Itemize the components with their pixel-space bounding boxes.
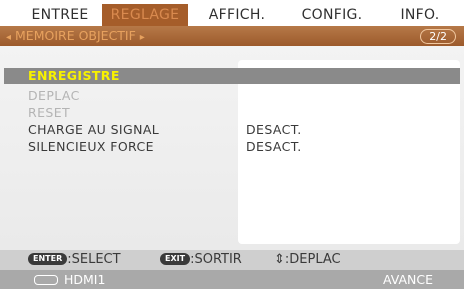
hdmi-connector-icon	[34, 275, 58, 285]
charge-au-signal-value[interactable]: DESACT.	[246, 122, 302, 138]
menu-item-silencieux-force[interactable]: SILENCIEUX FORCE	[28, 139, 154, 155]
menu-item-reset: RESET	[28, 105, 71, 120]
key-help-bar: ENTER:SELECT EXIT:SORTIR ⇕:DEPLAC	[0, 250, 464, 270]
menu-item-enregistre[interactable]: ENREGISTRE	[28, 68, 120, 84]
submenu-title: MEMOIRE OBJECTIF	[15, 28, 136, 43]
status-bar: HDMI1 AVANCE	[0, 270, 464, 289]
page-indicator: 2/2	[420, 29, 456, 44]
silencieux-force-value[interactable]: DESACT.	[246, 139, 302, 155]
tab-config[interactable]: CONFIG.	[289, 4, 375, 26]
tab-entree[interactable]: ENTREE	[24, 4, 96, 26]
enter-key-icon: ENTER	[28, 252, 68, 265]
menu-item-charge-au-signal[interactable]: CHARGE AU SIGNAL	[28, 122, 159, 138]
right-arrow-icon[interactable]: ▸	[140, 32, 145, 43]
move-help: ⇕:DEPLAC	[274, 250, 341, 270]
exit-help-text: :SORTIR	[190, 252, 242, 267]
left-arrow-icon[interactable]: ◂	[6, 32, 11, 43]
tab-affich[interactable]: AFFICH.	[194, 4, 280, 26]
tab-reglage[interactable]: REGLAGE	[102, 4, 188, 26]
exit-help: EXIT:SORTIR	[160, 250, 242, 270]
submenu-header: ◂ MEMOIRE OBJECTIF ▸ 2/2	[0, 26, 464, 46]
up-down-arrows-icon: ⇕	[274, 252, 285, 267]
exit-key-icon: EXIT	[160, 252, 191, 265]
select-help-text: :SELECT	[67, 252, 121, 267]
enter-help: ENTER:SELECT	[28, 250, 121, 270]
menu-tab-bar: ENTREE REGLAGE AFFICH. CONFIG. INFO.	[0, 0, 464, 26]
menu-item-deplac: DEPLAC	[28, 88, 80, 103]
submenu-title-group: ◂ MEMOIRE OBJECTIF ▸	[6, 26, 145, 48]
menu-mode-label: AVANCE	[383, 272, 434, 287]
input-source-label: HDMI1	[64, 272, 106, 287]
move-help-text: :DEPLAC	[284, 252, 341, 267]
tab-info[interactable]: INFO.	[384, 4, 456, 26]
